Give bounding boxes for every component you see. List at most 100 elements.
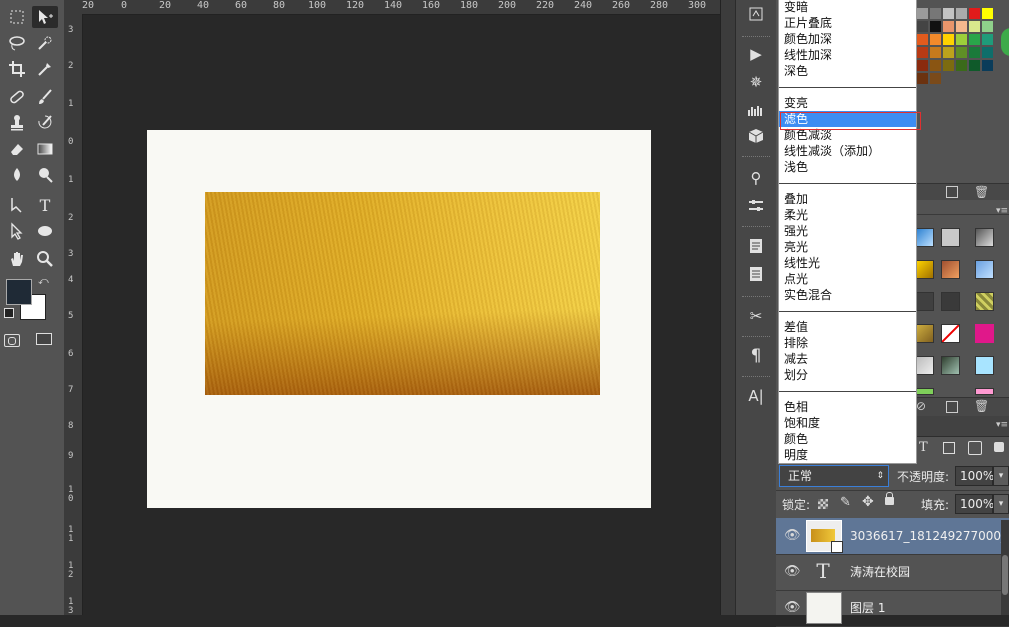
opacity-input[interactable]: 100% xyxy=(955,466,994,486)
quick-selection-tool-icon[interactable] xyxy=(32,32,58,54)
layer-name[interactable]: 3036617_181249277000_1 xyxy=(850,518,1009,554)
layer-name[interactable]: 图层 1 xyxy=(850,590,885,626)
zoom-tool-icon[interactable] xyxy=(32,248,58,270)
lock-position-icon[interactable]: ✥ xyxy=(862,494,874,510)
brush-tool-icon[interactable] xyxy=(32,86,58,108)
swatch[interactable] xyxy=(956,8,967,19)
filter-shape-icon[interactable] xyxy=(943,442,955,454)
paragraph-panel-icon[interactable]: ¶ xyxy=(745,346,767,366)
swatch[interactable] xyxy=(956,34,967,45)
blend-option-saturation[interactable]: 饱和度 xyxy=(779,415,916,431)
blend-option-hard-light[interactable]: 强光 xyxy=(779,223,916,239)
marquee-tool-icon[interactable] xyxy=(4,6,30,28)
swatch[interactable] xyxy=(969,21,980,32)
swatch[interactable] xyxy=(917,34,928,45)
swatch[interactable] xyxy=(917,21,928,32)
swatch[interactable] xyxy=(930,34,941,45)
eye-icon[interactable]: 👁 xyxy=(784,600,801,616)
swatch[interactable] xyxy=(917,8,928,19)
text-layer-icon[interactable]: T xyxy=(806,556,840,586)
swatch[interactable] xyxy=(930,73,941,84)
style-swatch[interactable] xyxy=(915,356,934,375)
blend-option-lighten[interactable]: 变亮 xyxy=(779,95,916,111)
type-tool-icon[interactable]: T xyxy=(32,194,58,216)
swatch[interactable] xyxy=(969,8,980,19)
blend-option-darker-color[interactable]: 深色 xyxy=(779,63,916,79)
new-style-icon[interactable] xyxy=(946,401,958,413)
opacity-slider-toggle[interactable]: ▾ xyxy=(993,466,1009,486)
pen-tool-icon[interactable] xyxy=(4,194,30,216)
swatch[interactable] xyxy=(943,8,954,19)
blend-option-divide[interactable]: 划分 xyxy=(779,367,916,383)
dodge-tool-icon[interactable] xyxy=(32,164,58,186)
layers-panel-menu-icon[interactable]: ▾≡ xyxy=(996,420,1008,430)
history-panel-icon[interactable] xyxy=(745,4,767,24)
swatch[interactable] xyxy=(982,34,993,45)
swatch[interactable] xyxy=(943,34,954,45)
blend-option-color-burn[interactable]: 颜色加深 xyxy=(779,31,916,47)
swatch[interactable] xyxy=(982,47,993,58)
character-styles-icon[interactable] xyxy=(745,264,767,284)
blend-option-color[interactable]: 颜色 xyxy=(779,431,916,447)
character-panel-icon[interactable]: A| xyxy=(745,386,767,406)
clone-stamp-tool-icon[interactable] xyxy=(4,112,30,134)
delete-swatch-icon[interactable]: 🗑 xyxy=(974,185,989,199)
lock-image-pixels-icon[interactable]: ✎ xyxy=(840,495,851,510)
styles-panel-menu-icon[interactable]: ▾≡ xyxy=(996,206,1008,216)
blend-option-linear-light[interactable]: 线性光 xyxy=(779,255,916,271)
tool-presets-icon[interactable]: ✂ xyxy=(745,306,767,326)
style-swatch[interactable] xyxy=(975,356,994,375)
eraser-tool-icon[interactable] xyxy=(4,138,30,160)
foreground-color-swatch[interactable] xyxy=(6,279,32,305)
swatch[interactable] xyxy=(982,60,993,71)
blend-option-luminosity[interactable]: 明度 xyxy=(779,447,916,463)
blend-option-hard-mix[interactable]: 实色混合 xyxy=(779,287,916,303)
layer-thumbnail[interactable] xyxy=(806,592,842,624)
layers-scrollbar-thumb[interactable] xyxy=(1002,555,1008,595)
swatch[interactable] xyxy=(943,21,954,32)
hand-tool-icon[interactable] xyxy=(4,248,30,270)
blend-mode-menu[interactable]: 变暗 正片叠底 颜色加深 线性加深 深色 变亮 滤色 颜色减淡 线性减淡（添加）… xyxy=(778,0,917,464)
swatch[interactable] xyxy=(969,47,980,58)
swatch[interactable] xyxy=(943,60,954,71)
swatch[interactable] xyxy=(943,47,954,58)
swatch[interactable] xyxy=(956,47,967,58)
style-none-swatch[interactable] xyxy=(941,324,960,343)
swatch[interactable] xyxy=(956,60,967,71)
style-swatch[interactable] xyxy=(975,324,994,343)
fill-slider-toggle[interactable]: ▾ xyxy=(993,494,1009,514)
new-swatch-icon[interactable] xyxy=(946,186,958,198)
eye-icon[interactable]: 👁 xyxy=(784,528,801,544)
swatch[interactable] xyxy=(917,47,928,58)
lasso-tool-icon[interactable] xyxy=(4,32,30,54)
style-swatch[interactable] xyxy=(975,292,994,311)
fill-input[interactable]: 100% xyxy=(955,494,994,514)
layer-name[interactable]: 涛涛在校园 xyxy=(850,554,910,590)
style-swatch[interactable] xyxy=(915,388,934,395)
eye-icon[interactable]: 👁 xyxy=(784,564,801,580)
style-swatch[interactable] xyxy=(915,292,934,311)
brush-presets-icon[interactable]: ✵ xyxy=(745,72,767,92)
blend-option-overlay[interactable]: 叠加 xyxy=(779,191,916,207)
blend-option-linear-burn[interactable]: 线性加深 xyxy=(779,47,916,63)
swatch[interactable] xyxy=(917,60,928,71)
delete-style-icon[interactable]: 🗑 xyxy=(974,399,989,413)
eyedropper-tool-icon[interactable] xyxy=(32,58,58,80)
layer-row[interactable]: 👁 图层 1 xyxy=(776,590,1009,627)
lock-all-icon[interactable] xyxy=(885,492,894,505)
style-swatch[interactable] xyxy=(915,228,934,247)
blend-mode-select[interactable]: 正常 ⇕ xyxy=(779,465,889,487)
swatch[interactable] xyxy=(917,73,928,84)
3d-panel-icon[interactable] xyxy=(745,126,767,146)
layer-thumbnail[interactable] xyxy=(806,520,843,553)
swap-colors-icon[interactable]: ⤺ xyxy=(38,276,49,287)
blend-option-vivid-light[interactable]: 亮光 xyxy=(779,239,916,255)
move-tool-icon[interactable] xyxy=(32,6,58,28)
blend-option-lighter-color[interactable]: 浅色 xyxy=(779,159,916,175)
blend-option-pin-light[interactable]: 点光 xyxy=(779,271,916,287)
blend-option-linear-dodge[interactable]: 线性减淡（添加） xyxy=(779,143,916,159)
swatch[interactable] xyxy=(930,21,941,32)
crop-tool-icon[interactable] xyxy=(4,58,30,80)
history-brush-tool-icon[interactable] xyxy=(32,112,58,134)
lock-transparent-pixels-icon[interactable] xyxy=(818,499,828,509)
